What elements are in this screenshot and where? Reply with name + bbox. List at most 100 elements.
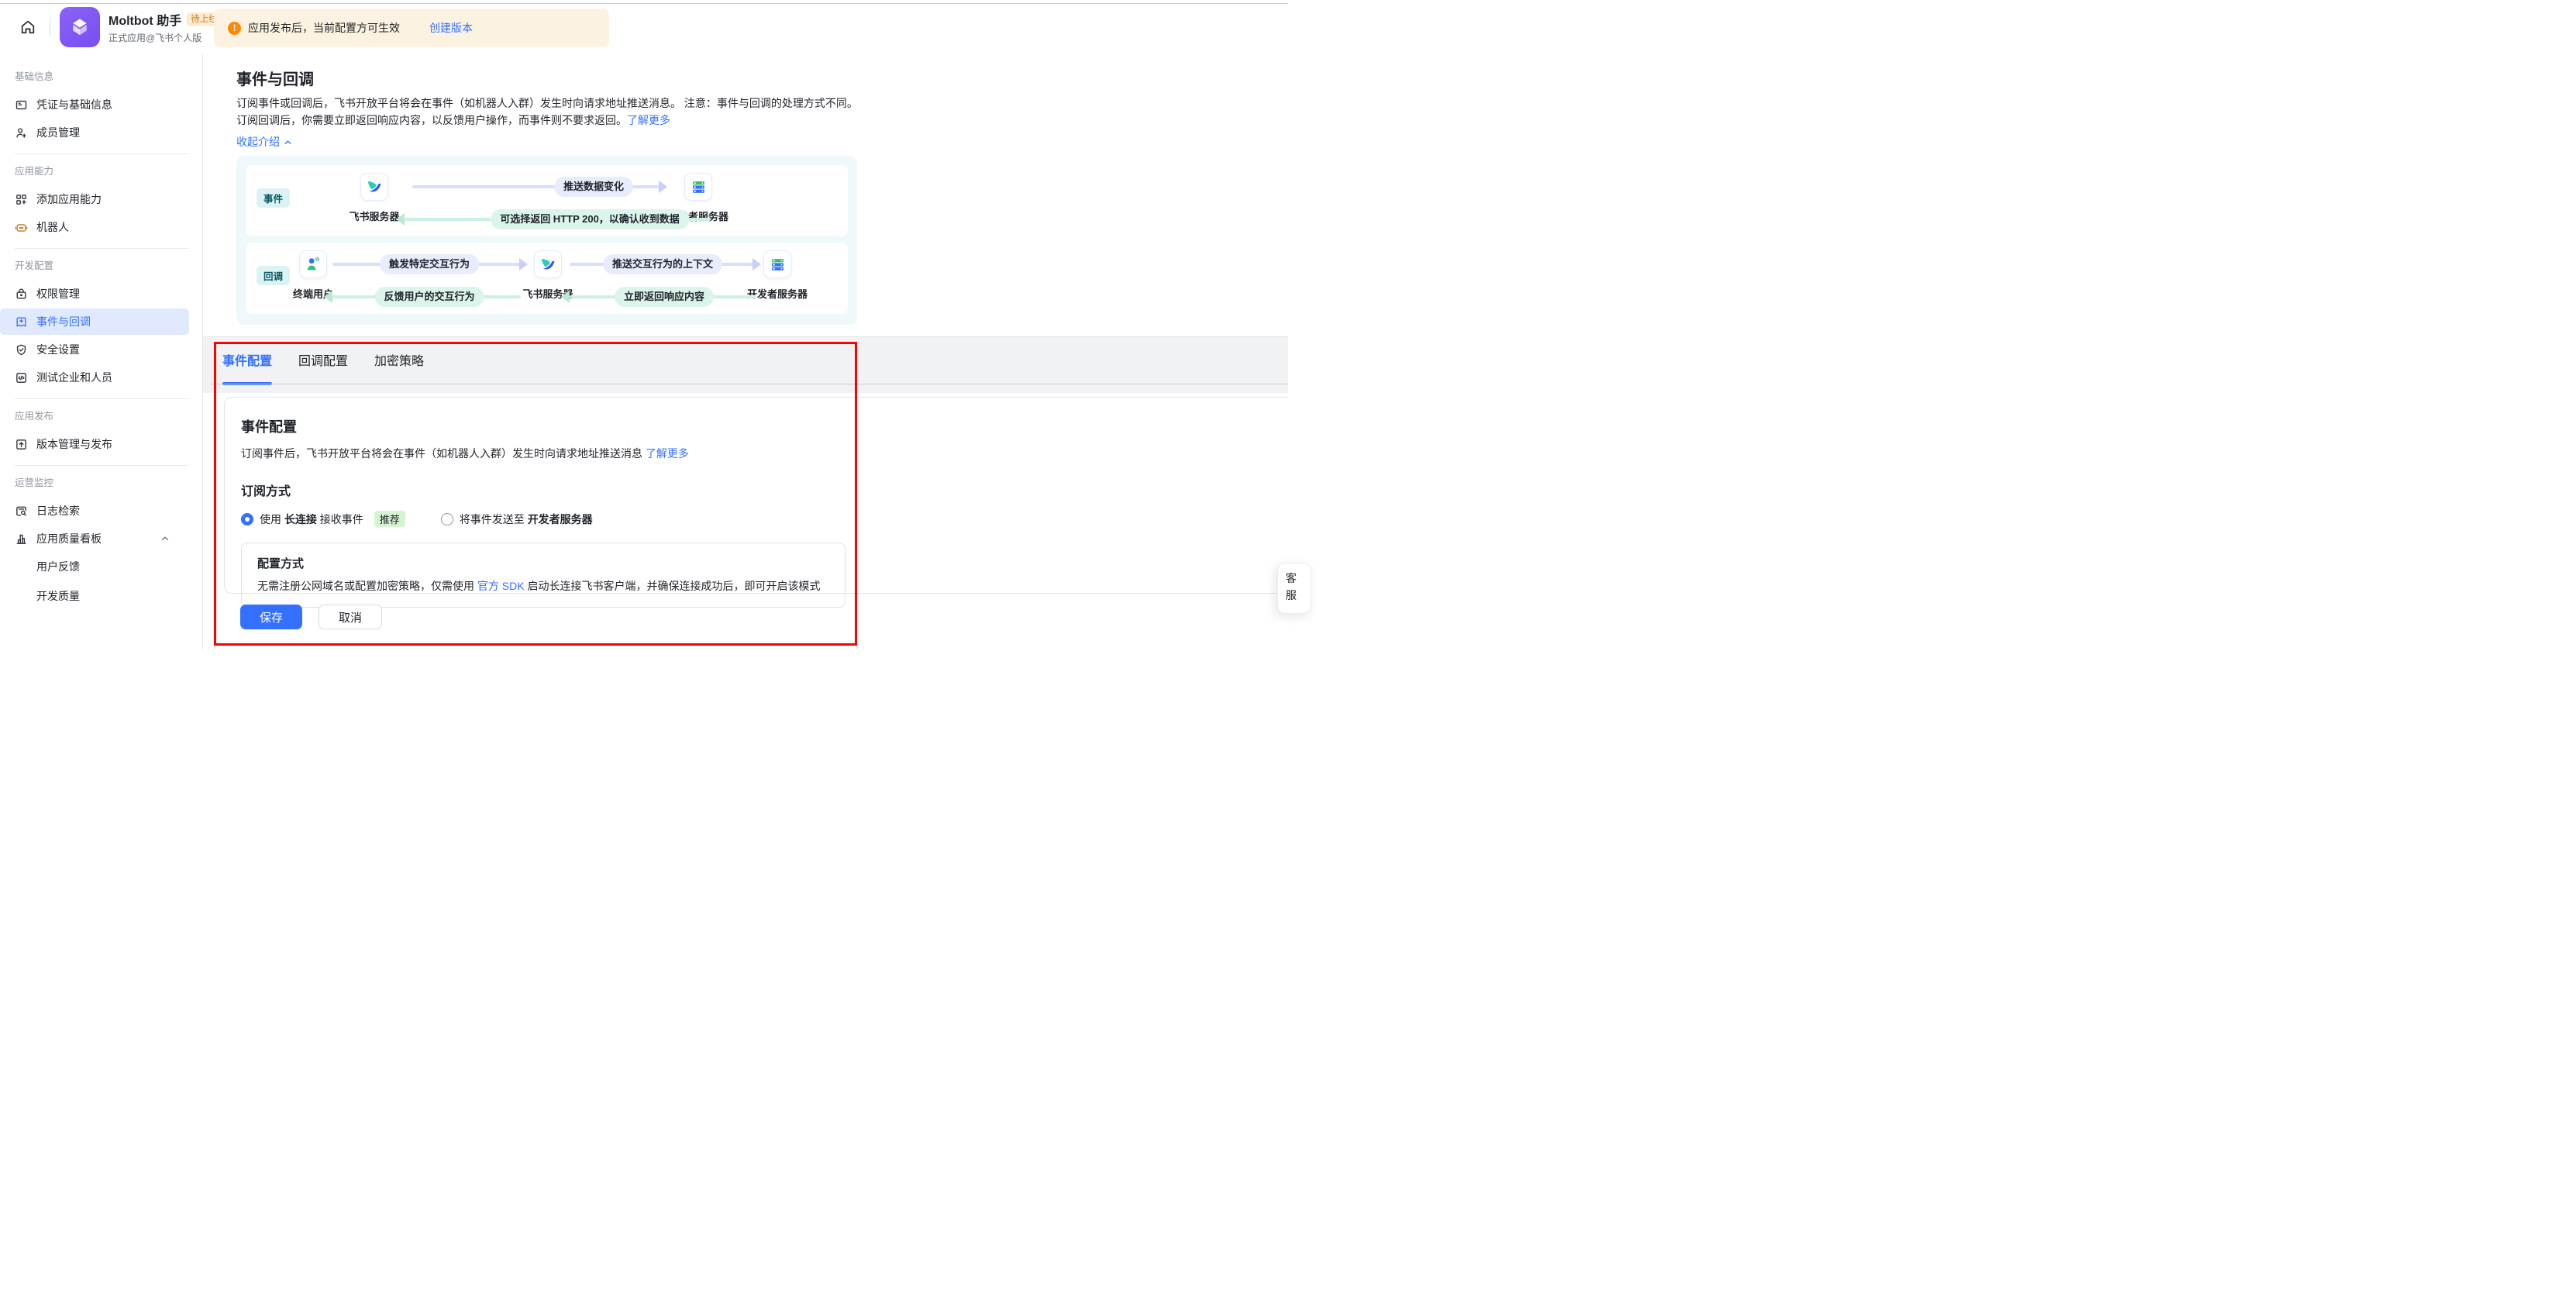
node-label: 开发者服务器 — [747, 286, 808, 301]
home-button[interactable] — [17, 16, 39, 38]
sidebar-item-test-org[interactable]: 测试企业和人员 — [0, 364, 189, 391]
sidebar-item-label: 成员管理 — [36, 125, 80, 140]
support-float-widget[interactable]: 客 服 — [1277, 563, 1311, 614]
config-text-post: 启动长连接飞书客户端，并确保连接成功后，即可开启该模式 — [525, 580, 821, 592]
window-top-divider — [0, 3, 1288, 4]
sidebar-item-credentials[interactable]: 凭证与基础信息 — [0, 91, 189, 118]
tab-callback-config[interactable]: 回调配置 — [298, 350, 348, 369]
learn-more-link[interactable]: 了解更多 — [646, 447, 689, 460]
sidebar-item-label: 日志检索 — [36, 503, 80, 519]
learn-more-link[interactable]: 了解更多 — [627, 114, 670, 126]
sidebar-subitem-user-feedback[interactable]: 用户反馈 — [0, 553, 202, 580]
node-label: 飞书服务器 — [349, 208, 399, 223]
callback-tag: 回调 — [257, 266, 290, 285]
feishu-logo-icon — [366, 178, 383, 195]
tab-event-config[interactable]: 事件配置 — [222, 350, 272, 369]
event-callback-icon — [15, 315, 28, 329]
sidebar-item-label: 添加应用能力 — [36, 191, 102, 207]
radio-developer-server[interactable]: 将事件发送至 开发者服务器 — [441, 512, 593, 527]
sidebar-divider — [15, 248, 188, 249]
sidebar-item-quality-dashboard[interactable]: 应用质量看板 — [0, 525, 189, 552]
forward-pill: 推送数据变化 — [554, 177, 633, 197]
radio-selected-icon[interactable] — [241, 513, 253, 525]
sidebar-item-events-callbacks[interactable]: 事件与回调 — [0, 308, 189, 335]
event-config-section: 事件配置 订阅事件后，飞书开放平台将会在事件（如机器人入群）发生时向请求地址推送… — [203, 397, 1288, 650]
sidebar-section-capability: 应用能力 — [0, 164, 202, 178]
developer-server-node — [763, 250, 791, 278]
sidebar-section-basic-info: 基础信息 — [0, 70, 202, 84]
sidebar-divider — [15, 398, 188, 399]
backward-pill: 可选择返回 HTTP 200，以确认收到数据 — [491, 209, 689, 229]
sidebar-item-bot[interactable]: 机器人 — [0, 214, 189, 240]
chevron-up-icon — [283, 137, 293, 147]
sidebar-item-members[interactable]: 成员管理 — [0, 119, 189, 146]
config-tabs: 事件配置 回调配置 加密策略 — [203, 337, 1288, 369]
config-tabs-strip: 事件配置 回调配置 加密策略 — [203, 336, 1288, 393]
arrowhead-left-icon — [396, 213, 405, 226]
app-name: Moltbot 助手 — [108, 10, 181, 29]
radio-long-connection[interactable]: 使用 长连接 接收事件 推荐 — [241, 511, 405, 527]
sidebar-item-version-release[interactable]: 版本管理与发布 — [0, 431, 189, 457]
server-stack-icon — [690, 179, 707, 195]
publish-warning-banner: ! 应用发布后，当前配置方可生效 创建版本 — [214, 9, 609, 47]
sidebar-subitem-dev-quality[interactable]: 开发质量 — [0, 583, 202, 609]
radio-label-bold: 开发者服务器 — [528, 513, 593, 525]
app-header: Moltbot 助手 待上线 正式应用@飞书个人版 ! 应用发布后，当前配置方可… — [0, 0, 1288, 54]
intro-description: 订阅事件或回调后，飞书开放平台将会在事件（如机器人入群）发生时向请求地址推送消息… — [236, 95, 866, 129]
create-version-link[interactable]: 创建版本 — [429, 20, 473, 36]
sidebar-item-label: 权限管理 — [36, 286, 80, 301]
home-icon — [19, 19, 36, 36]
config-text-pre: 无需注册公网域名或配置加密策略，仅需使用 — [257, 580, 477, 592]
sidebar-item-permissions[interactable]: 权限管理 — [0, 281, 189, 307]
recommended-badge: 推荐 — [374, 511, 405, 527]
sidebar-item-label: 用户反馈 — [36, 559, 80, 574]
user-icon — [305, 256, 322, 273]
event-callback-diagram: 事件 飞书服务器 推送数据变化 开发者服务器 可选择返回 HTTP 200，以确… — [236, 156, 857, 325]
cube-icon — [68, 16, 91, 39]
feishu-server-node — [360, 173, 388, 201]
sidebar-item-label: 安全设置 — [36, 342, 80, 357]
publish-up-icon — [15, 438, 28, 451]
float-widget-line: 客 — [1286, 570, 1310, 587]
events-callbacks-intro-section: 事件与回调 订阅事件或回调后，飞书开放平台将会在事件（如机器人入群）发生时向请求… — [203, 54, 1288, 336]
config-mode-text: 无需注册公网域名或配置加密策略，仅需使用 官方 SDK 启动长连接飞书客户端，并… — [257, 578, 829, 594]
sidebar-section-monitoring: 运营监控 — [0, 476, 202, 490]
sidebar-item-label: 事件与回调 — [36, 314, 91, 329]
permission-lock-icon — [15, 288, 28, 301]
grid-add-icon — [15, 193, 28, 206]
arrowhead-right-icon — [659, 181, 667, 193]
forward-pill: 推送交互行为的上下文 — [603, 254, 722, 274]
sidebar-divider — [15, 153, 188, 154]
sidebar-item-label: 开发质量 — [36, 588, 80, 604]
arrowhead-left-icon — [324, 291, 332, 303]
sidebar-item-log-search[interactable]: 日志检索 — [0, 498, 189, 524]
tab-encryption-policy[interactable]: 加密策略 — [374, 350, 424, 369]
app-subtitle: 正式应用@飞书个人版 — [108, 31, 222, 44]
warning-icon: ! — [228, 22, 241, 35]
official-sdk-link[interactable]: 官方 SDK — [477, 580, 525, 592]
sidebar-item-label: 机器人 — [36, 219, 69, 235]
sidebar-item-label: 测试企业和人员 — [36, 370, 112, 385]
page-title: 事件与回调 — [236, 67, 1288, 89]
sidebar-item-add-capability[interactable]: 添加应用能力 — [0, 186, 189, 212]
radio-label-pre: 将事件发送至 — [460, 513, 528, 525]
log-search-icon — [15, 505, 28, 518]
collapse-intro-label: 收起介绍 — [236, 134, 280, 150]
bar-chart-icon — [15, 532, 28, 546]
chevron-up-icon[interactable] — [160, 533, 170, 544]
end-user-node — [299, 250, 327, 278]
developer-server-node — [684, 173, 712, 201]
collapse-intro-link[interactable]: 收起介绍 — [236, 134, 293, 150]
banner-text: 应用发布后，当前配置方可生效 — [248, 20, 400, 36]
radio-label: 将事件发送至 开发者服务器 — [460, 512, 593, 527]
diagram-row-callback: 回调 终端用户 触发特定交互行为 飞书服务器 推送交互行为的上下文 开发者 — [246, 243, 848, 314]
cancel-button[interactable]: 取消 — [319, 605, 382, 629]
save-button[interactable]: 保存 — [240, 605, 302, 629]
subscribe-mode-options: 使用 长连接 接收事件 推荐 将事件发送至 开发者服务器 — [241, 511, 1288, 527]
radio-label-bold: 长连接 — [284, 513, 317, 525]
form-actions: 保存 取消 — [240, 605, 1288, 629]
sidebar-item-security[interactable]: 安全设置 — [0, 336, 189, 363]
feishu-server-node — [534, 250, 562, 278]
app-meta: Moltbot 助手 待上线 正式应用@飞书个人版 — [108, 10, 222, 44]
radio-unselected-icon[interactable] — [441, 513, 453, 525]
